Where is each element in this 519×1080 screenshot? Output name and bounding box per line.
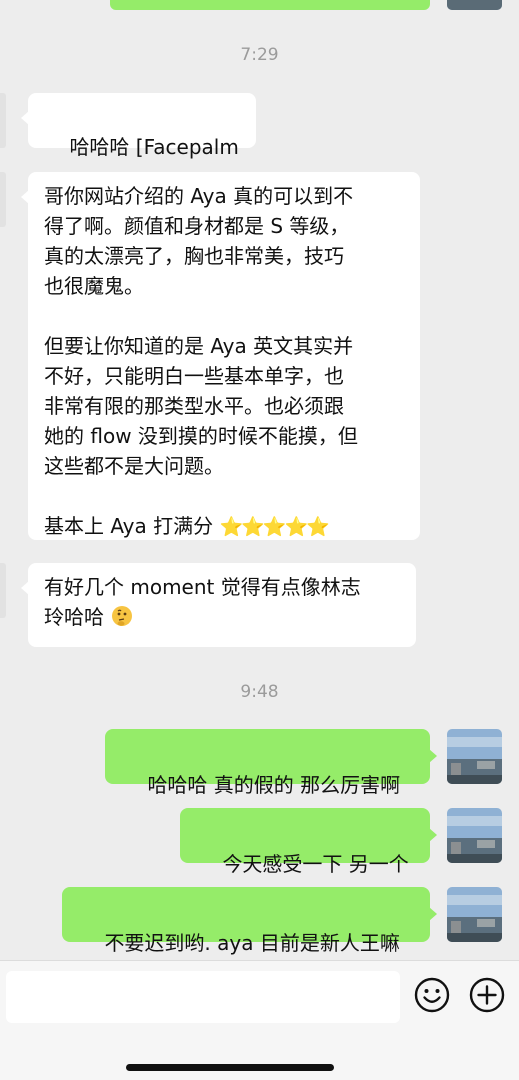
message-text: 哥你网站介绍的 Aya 真的可以到不 得了啊。颜值和身材都是 S 等级， 真的太… bbox=[44, 184, 358, 538]
thinking-face-icon bbox=[110, 604, 134, 628]
outgoing-message[interactable]: 哈哈哈 真的假的 那么厉害啊 bbox=[105, 729, 437, 797]
incoming-message[interactable]: 有好几个 moment 觉得有点像林志 玲哈哈 bbox=[21, 563, 416, 647]
message-text: 哈哈哈 真的假的 那么厉害啊 bbox=[147, 773, 401, 797]
incoming-message[interactable]: 哈哈哈 [Facepalm bbox=[21, 93, 256, 159]
outgoing-message[interactable]: 不要迟到哟. aya 目前是新人王嘛 bbox=[62, 887, 437, 955]
chat-area[interactable]: 7:29 哈哈哈 [Facepalm 哥你网站介绍的 Aya 真的可以到不 得了… bbox=[0, 0, 519, 960]
smiley-icon[interactable] bbox=[414, 977, 450, 1013]
previous-outgoing-bubble[interactable] bbox=[110, 0, 430, 10]
timestamp: 9:48 bbox=[240, 682, 279, 702]
message-text: 今天感受一下 另一个 bbox=[222, 852, 409, 876]
message-text: 不要迟到哟. aya 目前是新人王嘛 bbox=[104, 931, 400, 955]
self-avatar[interactable] bbox=[447, 808, 502, 863]
incoming-message[interactable]: 哥你网站介绍的 Aya 真的可以到不 得了啊。颜值和身材都是 S 等级， 真的太… bbox=[21, 172, 420, 540]
home-indicator[interactable] bbox=[126, 1064, 334, 1071]
peer-avatar[interactable] bbox=[0, 172, 6, 227]
message-text: 哈哈哈 [Facepalm bbox=[69, 135, 239, 159]
plus-icon[interactable] bbox=[469, 977, 505, 1013]
input-bar bbox=[0, 960, 519, 1080]
self-avatar[interactable] bbox=[447, 887, 502, 942]
timestamp: 7:29 bbox=[240, 45, 279, 65]
peer-avatar[interactable] bbox=[0, 93, 6, 148]
message-input[interactable] bbox=[6, 971, 400, 1023]
message-text: 有好几个 moment 觉得有点像林志 玲哈哈 bbox=[44, 575, 361, 629]
star-rating: ⭐⭐⭐⭐⭐ bbox=[219, 516, 330, 538]
self-avatar[interactable] bbox=[447, 729, 502, 784]
self-avatar[interactable] bbox=[447, 0, 502, 10]
outgoing-message[interactable]: 今天感受一下 另一个 bbox=[180, 808, 437, 876]
peer-avatar[interactable] bbox=[0, 563, 6, 618]
